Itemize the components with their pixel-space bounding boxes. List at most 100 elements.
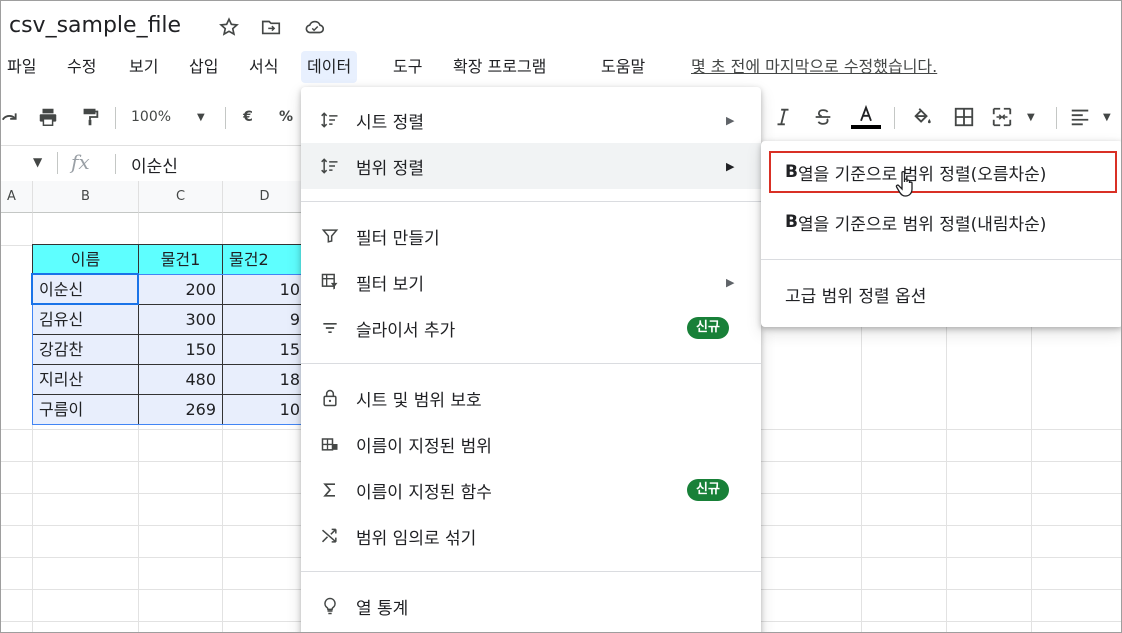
menu-extensions[interactable]: 확장 프로그램 — [447, 51, 552, 83]
slicer-icon — [319, 317, 341, 339]
submenu-item-label: 열을 기준으로 범위 정렬(내림차순) — [797, 214, 1047, 235]
sigma-icon — [319, 479, 341, 501]
menu-item-column-stats[interactable]: 열 통계 — [301, 583, 761, 629]
menu-item-label: 시트 및 범위 보호 — [356, 390, 482, 411]
paint-format-icon[interactable] — [77, 103, 103, 131]
submenu-item-sort-desc[interactable]: B 열을 기준으로 범위 정렬(내림차순) — [761, 199, 1121, 245]
menu-insert[interactable]: 삽입 — [183, 51, 224, 83]
submenu-arrow-icon: ▶ — [726, 113, 735, 127]
formula-divider — [115, 154, 116, 174]
menu-item-label: 열 통계 — [356, 598, 409, 619]
italic-icon[interactable] — [771, 103, 795, 131]
column-header-a[interactable]: A — [1, 181, 33, 213]
name-box-dropdown-icon[interactable]: ▼ — [33, 155, 42, 169]
submenu-item-advanced-sort[interactable]: 고급 범위 정렬 옵션 — [761, 271, 1121, 317]
menu-view[interactable]: 보기 — [123, 51, 164, 83]
title-bar: csv_sample_file — [1, 1, 1121, 51]
document-title[interactable]: csv_sample_file — [9, 13, 181, 38]
star-icon[interactable] — [217, 15, 241, 39]
menu-item-add-slicer[interactable]: 슬라이서 추가 신규 — [301, 305, 761, 351]
hand-cursor-icon — [895, 170, 913, 197]
strikethrough-icon[interactable] — [811, 103, 835, 131]
menu-divider — [301, 363, 761, 364]
annotation-highlight-box — [769, 151, 1117, 193]
filter-icon — [319, 225, 341, 247]
menu-divider — [301, 571, 761, 572]
menu-item-label: 필터 만들기 — [356, 228, 440, 249]
fill-color-icon[interactable] — [909, 103, 935, 131]
print-icon[interactable] — [35, 103, 61, 131]
toolbar-divider — [115, 107, 116, 129]
filter-views-icon — [319, 271, 341, 293]
spreadsheet-window: csv_sample_file 파일 수정 보기 삽입 서식 데이터 도구 확장… — [0, 0, 1122, 633]
menu-item-label: 이름이 지정된 함수 — [356, 482, 492, 503]
chevron-down-icon: ▼ — [1027, 111, 1035, 123]
table-header-cell[interactable]: 물건1 — [138, 244, 223, 275]
menu-item-sort-sheet[interactable]: 시트 정렬 ▶ — [301, 97, 761, 143]
menu-item-create-filter[interactable]: 필터 만들기 — [301, 213, 761, 259]
align-icon[interactable]: ▼ — [1069, 103, 1119, 131]
fx-icon: fx — [71, 150, 90, 174]
table-header-cell[interactable]: 물건2 — [222, 244, 307, 275]
percent-format-button[interactable]: % — [277, 103, 295, 131]
menu-format[interactable]: 서식 — [243, 51, 284, 83]
menu-item-label: 필터 보기 — [356, 274, 424, 295]
menu-item-sort-range[interactable]: 범위 정렬 ▶ — [301, 143, 761, 189]
toolbar-divider — [894, 107, 895, 129]
sort-range-icon — [319, 155, 341, 177]
move-to-folder-icon[interactable] — [259, 15, 283, 39]
named-range-icon — [319, 433, 341, 455]
submenu-item-label: 고급 범위 정렬 옵션 — [785, 286, 927, 307]
last-edit-link[interactable]: 몇 초 전에 마지막으로 수정했습니다. — [691, 51, 937, 83]
menu-divider — [761, 259, 1121, 260]
sort-icon — [319, 109, 341, 131]
submenu-item-column: B — [785, 212, 798, 232]
toolbar-divider — [1056, 107, 1057, 129]
currency-format-button[interactable]: € — [239, 103, 257, 131]
menu-item-label: 슬라이서 추가 — [356, 320, 456, 341]
redo-icon[interactable] — [1, 103, 23, 131]
menu-item-protect[interactable]: 시트 및 범위 보호 — [301, 375, 761, 421]
zoom-select[interactable]: 100% ▼ — [131, 103, 211, 131]
menu-file[interactable]: 파일 — [1, 51, 42, 83]
menu-data[interactable]: 데이터 — [301, 51, 358, 83]
formula-divider — [57, 152, 58, 174]
column-header-d[interactable]: D — [223, 181, 307, 213]
lock-icon — [319, 387, 341, 409]
menu-item-named-ranges[interactable]: 이름이 지정된 범위 — [301, 421, 761, 467]
menu-item-label: 시트 정렬 — [356, 112, 424, 133]
sort-range-submenu: B 열을 기준으로 범위 정렬(오름차순) B 열을 기준으로 범위 정렬(내림차순… — [761, 141, 1121, 327]
text-color-icon[interactable] — [851, 103, 881, 131]
toolbar-divider — [225, 107, 226, 129]
menu-bar: 파일 수정 보기 삽입 서식 데이터 도구 확장 프로그램 도움말 몇 초 전에… — [1, 49, 1121, 85]
shuffle-icon — [319, 525, 341, 547]
menu-item-filter-views[interactable]: 필터 보기 ▶ — [301, 259, 761, 305]
active-cell[interactable] — [31, 273, 139, 305]
formula-input[interactable]: 이순신 — [131, 152, 178, 177]
submenu-arrow-icon: ▶ — [726, 275, 735, 289]
borders-icon[interactable] — [951, 103, 977, 131]
menu-item-named-functions[interactable]: 이름이 지정된 함수 신규 — [301, 467, 761, 513]
chevron-down-icon: ▼ — [1103, 111, 1111, 123]
cloud-status-icon[interactable] — [303, 15, 327, 39]
text-color-swatch — [851, 125, 881, 129]
data-menu: 시트 정렬 ▶ 범위 정렬 ▶ 필터 만들기 필터 보기 ▶ 슬라이서 추가 신… — [301, 87, 761, 632]
menu-item-randomize-range[interactable]: 범위 임의로 섞기 — [301, 513, 761, 559]
column-header-c[interactable]: C — [139, 181, 223, 213]
menu-item-label: 이름이 지정된 범위 — [356, 436, 492, 457]
menu-edit[interactable]: 수정 — [61, 51, 102, 83]
table-header-cell[interactable]: 이름 — [32, 244, 139, 275]
menu-item-label: 범위 정렬 — [356, 158, 424, 179]
zoom-value: 100% — [131, 109, 172, 125]
merge-cells-icon[interactable]: ▼ — [991, 103, 1041, 131]
column-header-b[interactable]: B — [33, 181, 139, 213]
lightbulb-icon — [319, 595, 341, 617]
chevron-down-icon: ▼ — [197, 111, 205, 123]
new-badge: 신규 — [687, 479, 729, 501]
menu-tools[interactable]: 도구 — [387, 51, 428, 83]
submenu-arrow-icon: ▶ — [726, 159, 735, 173]
menu-help[interactable]: 도움말 — [595, 51, 651, 83]
menu-item-label: 범위 임의로 섞기 — [356, 528, 477, 549]
menu-divider — [301, 201, 761, 202]
new-badge: 신규 — [687, 317, 729, 339]
